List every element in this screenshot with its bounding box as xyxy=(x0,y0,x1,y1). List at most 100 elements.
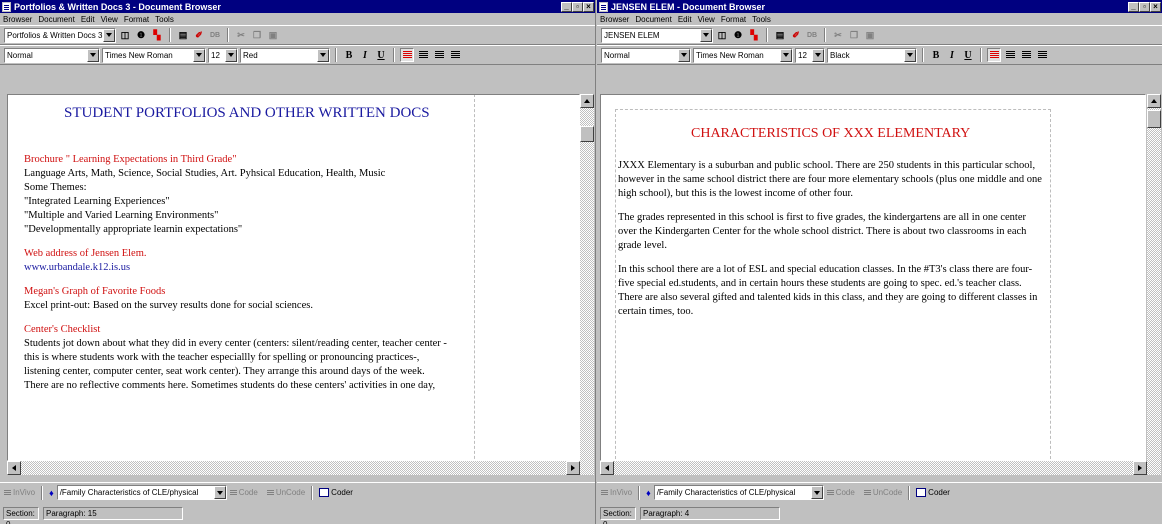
document-select[interactable]: Portfolios & Written Docs 3 xyxy=(4,27,116,43)
document-body[interactable]: Brochure " Learning Expectations in Thir… xyxy=(24,153,447,393)
chevron-down-icon[interactable] xyxy=(87,48,99,62)
font-size-select[interactable]: 12 xyxy=(795,47,825,63)
chevron-down-icon[interactable] xyxy=(103,28,115,42)
chevron-down-icon[interactable] xyxy=(812,48,824,62)
chevron-down-icon[interactable] xyxy=(678,48,690,62)
info-icon[interactable]: ❶ xyxy=(134,28,148,42)
font-select[interactable]: Times New Roman xyxy=(693,47,793,63)
pen-icon[interactable]: ✐ xyxy=(789,28,803,42)
justify-button[interactable] xyxy=(448,48,462,62)
italic-button[interactable]: I xyxy=(358,48,372,62)
menu-edit[interactable]: Edit xyxy=(678,15,692,24)
pen-icon[interactable]: ✐ xyxy=(192,28,206,42)
chevron-down-icon[interactable] xyxy=(810,486,823,499)
code-node-select[interactable]: /Family Characteristics of CLE/physical xyxy=(653,485,824,500)
horizontal-scrollbar[interactable] xyxy=(7,461,594,475)
code-node-select[interactable]: /Family Characteristics of CLE/physical xyxy=(56,485,227,500)
font-color-select[interactable]: Black xyxy=(827,47,917,63)
chevron-down-icon[interactable] xyxy=(213,486,226,499)
scroll-right-button[interactable] xyxy=(566,461,580,475)
underline-button[interactable]: U xyxy=(374,48,388,62)
align-right-button[interactable] xyxy=(1019,48,1033,62)
code-button[interactable]: Code xyxy=(229,488,258,497)
cut-icon[interactable]: ✂ xyxy=(234,28,248,42)
chevron-down-icon[interactable] xyxy=(193,48,205,62)
scroll-up-button[interactable] xyxy=(1147,94,1161,108)
document-select[interactable]: JENSEN ELEM xyxy=(601,27,713,43)
maximize-button[interactable]: ▫ xyxy=(572,1,583,12)
scroll-left-button[interactable] xyxy=(7,461,21,475)
title-bar[interactable]: JENSEN ELEM - Document Browser _ ▫ × xyxy=(597,0,1162,13)
db-icon[interactable]: DB xyxy=(208,28,222,42)
title-bar[interactable]: Portfolios & Written Docs 3 - Document B… xyxy=(0,0,595,13)
align-left-button[interactable] xyxy=(987,48,1001,62)
scroll-thumb[interactable] xyxy=(1147,110,1161,128)
color-grid-icon[interactable]: ▚ xyxy=(747,28,761,42)
style-select[interactable]: Normal xyxy=(4,47,100,63)
uncode-button[interactable]: UnCode xyxy=(266,488,305,497)
chevron-down-icon[interactable] xyxy=(904,48,916,62)
close-button[interactable]: × xyxy=(583,1,594,12)
horizontal-scrollbar[interactable] xyxy=(600,461,1161,475)
book-icon[interactable]: ◫ xyxy=(715,28,729,42)
document-pane[interactable]: CHARACTERISTICS OF XXX ELEMENTARY JXXX E… xyxy=(600,94,1146,461)
uncode-button[interactable]: UnCode xyxy=(863,488,902,497)
scroll-left-button[interactable] xyxy=(600,461,614,475)
align-center-button[interactable] xyxy=(1003,48,1017,62)
scroll-up-button[interactable] xyxy=(580,94,594,108)
scroll-right-button[interactable] xyxy=(1133,461,1147,475)
copy-icon[interactable]: ❐ xyxy=(250,28,264,42)
menu-format[interactable]: Format xyxy=(721,15,746,24)
chevron-down-icon[interactable] xyxy=(780,48,792,62)
menu-document[interactable]: Document xyxy=(38,15,74,24)
justify-button[interactable] xyxy=(1035,48,1049,62)
menu-format[interactable]: Format xyxy=(124,15,149,24)
edit-document-icon[interactable]: ▤ xyxy=(773,28,787,42)
align-right-button[interactable] xyxy=(432,48,446,62)
maximize-button[interactable]: ▫ xyxy=(1139,1,1150,12)
paste-icon[interactable]: ▣ xyxy=(266,28,280,42)
color-grid-icon[interactable]: ▚ xyxy=(150,28,164,42)
underline-button[interactable]: U xyxy=(961,48,975,62)
vertical-scrollbar[interactable] xyxy=(1147,94,1161,461)
align-center-button[interactable] xyxy=(416,48,430,62)
italic-button[interactable]: I xyxy=(945,48,959,62)
minimize-button[interactable]: _ xyxy=(1128,1,1139,12)
document-body[interactable]: JXXX Elementary is a suburban and public… xyxy=(618,159,1042,319)
chevron-down-icon[interactable] xyxy=(225,48,237,62)
close-button[interactable]: × xyxy=(1150,1,1161,12)
cut-icon[interactable]: ✂ xyxy=(831,28,845,42)
menu-browser[interactable]: Browser xyxy=(600,15,629,24)
menu-view[interactable]: View xyxy=(698,15,715,24)
vertical-scrollbar[interactable] xyxy=(580,94,594,461)
minimize-button[interactable]: _ xyxy=(561,1,572,12)
chevron-down-icon[interactable] xyxy=(700,28,712,42)
invivo-button[interactable]: InVivo xyxy=(4,488,35,497)
code-button[interactable]: Code xyxy=(826,488,855,497)
bold-button[interactable]: B xyxy=(929,48,943,62)
menu-view[interactable]: View xyxy=(101,15,118,24)
font-select[interactable]: Times New Roman xyxy=(102,47,206,63)
menu-browser[interactable]: Browser xyxy=(3,15,32,24)
bold-button[interactable]: B xyxy=(342,48,356,62)
chevron-down-icon[interactable] xyxy=(317,48,329,62)
align-left-button[interactable] xyxy=(400,48,414,62)
db-icon[interactable]: DB xyxy=(805,28,819,42)
coder-button[interactable]: Coder xyxy=(916,488,950,497)
book-icon[interactable]: ◫ xyxy=(118,28,132,42)
menu-tools[interactable]: Tools xyxy=(752,15,771,24)
menu-tools[interactable]: Tools xyxy=(155,15,174,24)
document-pane[interactable]: STUDENT PORTFOLIOS AND OTHER WRITTEN DOC… xyxy=(7,94,580,461)
invivo-button[interactable]: InVivo xyxy=(601,488,632,497)
scroll-thumb[interactable] xyxy=(580,126,594,142)
font-color-select[interactable]: Red xyxy=(240,47,330,63)
info-icon[interactable]: ❶ xyxy=(731,28,745,42)
edit-document-icon[interactable]: ▤ xyxy=(176,28,190,42)
menu-edit[interactable]: Edit xyxy=(81,15,95,24)
copy-icon[interactable]: ❐ xyxy=(847,28,861,42)
paste-icon[interactable]: ▣ xyxy=(863,28,877,42)
coder-button[interactable]: Coder xyxy=(319,488,353,497)
font-size-select[interactable]: 12 xyxy=(208,47,238,63)
style-select[interactable]: Normal xyxy=(601,47,691,63)
menu-document[interactable]: Document xyxy=(635,15,671,24)
